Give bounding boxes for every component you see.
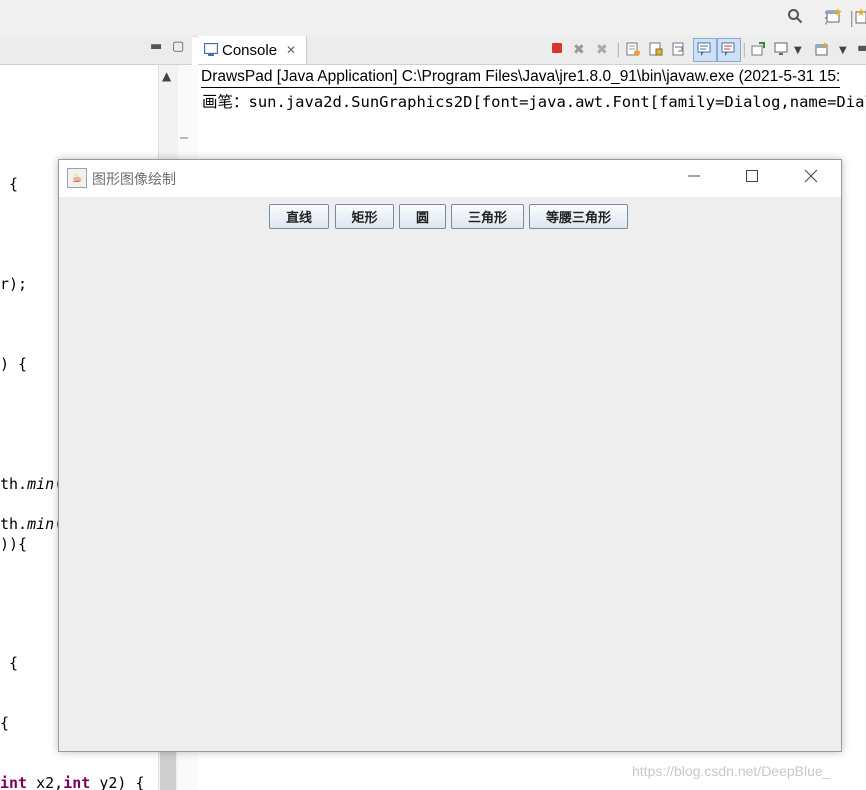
pin-console-icon[interactable] [751,42,765,60]
maximize-icon[interactable]: ▢ [172,39,184,54]
close-window-icon[interactable] [796,168,826,187]
drawing-canvas[interactable]: 直线 矩形 圆 三角形 等腰三角形 [59,197,841,751]
line-button[interactable]: 直线 [269,204,329,229]
java-icon: ☕ [67,168,87,188]
rectangle-button[interactable]: 矩形 [335,204,394,229]
remove-launch-icon[interactable]: ✖ [573,42,585,58]
console-icon [204,43,218,59]
code-line: th.min( [0,475,63,493]
show-on-stderr-icon[interactable] [717,38,741,62]
code-line: { [0,714,10,732]
remove-all-icon[interactable]: ✖ [596,42,608,58]
console-tab-label: Console [222,42,278,59]
code-line: { [0,654,19,672]
watermark-text: https://blog.csdn.net/DeepBlue_ [632,763,831,779]
toolbar-separator: | [616,42,621,58]
window-title: 图形图像绘制 [92,172,176,188]
maximize-window-icon[interactable] [737,168,767,187]
terminate-icon[interactable] [551,42,563,58]
code-line: int x2,int y2) { [0,774,145,790]
chevron-down-icon[interactable]: ▼ [839,45,847,56]
scroll-lock-icon[interactable] [649,42,663,60]
display-console-icon[interactable] [774,42,788,60]
isosceles-triangle-button[interactable]: 等腰三角形 [529,204,628,229]
open-console-icon[interactable] [815,42,829,60]
minimize-window-icon[interactable] [679,168,709,187]
minimize-icon[interactable]: ▬ [150,39,162,54]
java-perspective-icon[interactable] [855,8,866,28]
code-line: { [0,175,19,193]
swing-window[interactable]: ☕ 图形图像绘制 直线 矩形 圆 三角形 等腰三角形 [58,159,842,752]
code-line: th.min( [0,515,63,533]
toolbar-separator: | [849,8,855,27]
show-on-stdout-icon[interactable] [693,38,717,62]
close-icon[interactable]: ✕ [286,43,296,57]
chevron-down-icon[interactable]: ▼ [794,45,802,56]
code-line: ) { [0,355,28,373]
console-view-tab-bar: Console ✕ ✖ ✖ | | ▼ ▼ ▬ [198,36,866,65]
eclipse-main-toolbar: ⋮ | [0,0,866,37]
window-titlebar[interactable]: ☕ 图形图像绘制 [59,160,841,197]
toolbar-separator: | [742,42,747,58]
code-line: r); [0,275,28,293]
clear-console-icon[interactable] [626,42,640,60]
circle-button[interactable]: 圆 [399,204,446,229]
search-icon[interactable] [787,8,803,28]
code-line: )){ [0,535,28,553]
ruler-marker [180,137,188,139]
triangle-button[interactable]: 三角形 [451,204,524,229]
open-perspective-icon[interactable] [826,8,842,28]
minimize-icon[interactable]: ▬ [857,40,866,56]
word-wrap-icon[interactable] [672,42,686,60]
console-launch-title: DrawsPad [Java Application] C:\Program F… [201,68,841,88]
editor-tab-bar: ▬ ▢ [0,36,192,65]
tab-console[interactable]: Console ✕ [198,36,307,64]
scroll-up-arrow-icon[interactable]: ▲ [162,69,171,83]
scrollbar-thumb[interactable] [160,750,176,790]
console-output-text: 画笔：sun.java2d.SunGraphics2D[font=java.aw… [202,93,866,111]
